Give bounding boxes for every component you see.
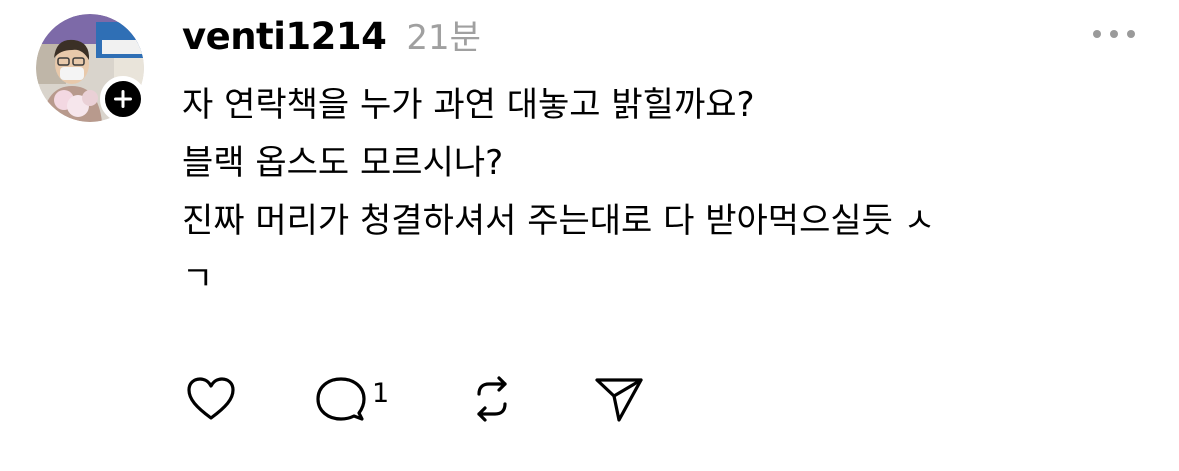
post-text-line: 블랙 옵스도 모르시나? <box>182 143 504 183</box>
more-options-button[interactable] <box>1093 28 1135 40</box>
post-text-line: 자 연락책을 누가 과연 대놓고 밝힐까요? <box>182 85 755 125</box>
send-icon <box>595 378 643 422</box>
comment-bubble-icon <box>316 377 366 421</box>
reply-button[interactable]: 1 <box>316 374 389 424</box>
more-dots-icon <box>1093 30 1101 38</box>
follow-button[interactable] <box>100 76 146 122</box>
post-text-line: ㄱ <box>182 259 214 299</box>
post-time: 21분 <box>406 18 481 58</box>
plus-icon <box>114 90 132 108</box>
post-header: venti1214 21분 <box>182 10 481 60</box>
repost-icon <box>477 376 507 422</box>
username[interactable]: venti1214 <box>182 15 387 58</box>
reply-count: 1 <box>372 377 390 409</box>
action-bar: 1 <box>186 374 645 424</box>
like-button[interactable] <box>186 374 236 424</box>
avatar-container[interactable] <box>36 14 146 124</box>
post-body: 자 연락책을 누가 과연 대놓고 밝힐까요? 블랙 옵스도 모르시나? 진짜 머… <box>182 76 1122 308</box>
more-dots-icon <box>1127 30 1135 38</box>
heart-icon <box>187 377 235 420</box>
thread-post: venti1214 21분 자 연락책을 누가 과연 대놓고 밝힐까요? 블랙 … <box>0 0 1179 471</box>
post-text-line: 진짜 머리가 청결하셔서 주는대로 다 받아먹으실듯 ㅅ <box>182 201 936 241</box>
repost-button[interactable] <box>467 374 517 424</box>
share-button[interactable] <box>593 374 645 424</box>
more-dots-icon <box>1110 30 1118 38</box>
